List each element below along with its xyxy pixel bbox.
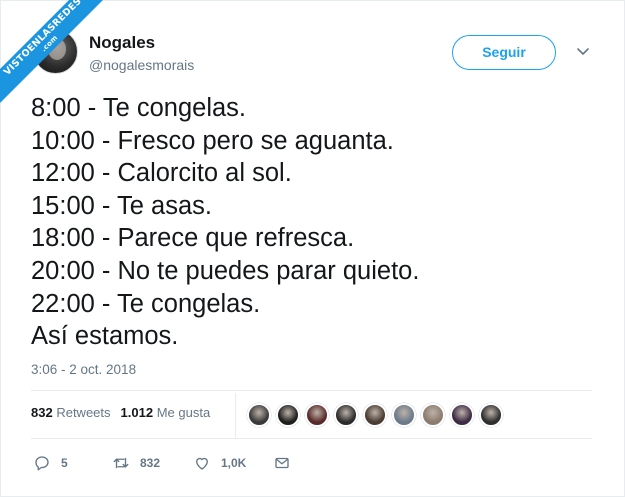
liker-avatar[interactable] [450, 403, 474, 427]
retweets-count: 832 [31, 405, 53, 420]
retweets-label: Retweets [56, 405, 111, 420]
tweet-line: 18:00 - Parece que refresca. [31, 224, 355, 253]
liker-avatar[interactable] [276, 403, 300, 427]
like-count: 1,0K [221, 456, 247, 470]
liker-avatar[interactable] [334, 403, 358, 427]
liker-avatar[interactable] [479, 403, 503, 427]
stats-separator [235, 393, 236, 438]
liker-avatar[interactable] [247, 403, 271, 427]
tweet-line: Así estamos. [31, 322, 179, 351]
watermark-ribbon: VISTOENLASREDES .com [0, 0, 110, 110]
reply-icon [35, 456, 49, 471]
retweet-count: 832 [140, 456, 161, 470]
liker-avatar[interactable] [392, 403, 416, 427]
tweet-line: 12:00 - Calorcito al sol. [31, 159, 292, 188]
envelope-icon [275, 457, 289, 469]
tweet-stats: 832 Retweets 1.012 Me gusta [31, 405, 210, 420]
retweets-stat[interactable]: 832 Retweets [31, 405, 111, 420]
watermark-logo: VISTOENLASREDES .com [0, 0, 110, 106]
tweet-line: 22:00 - Te congelas. [31, 289, 261, 318]
liker-avatar[interactable] [305, 403, 329, 427]
tweet-line: 20:00 - No te puedes parar quieto. [31, 256, 420, 285]
retweet-icon [113, 457, 129, 469]
tweet-line: 10:00 - Fresco pero se aguanta. [31, 126, 394, 155]
watermark-text: VISTOENLASREDES [1, 0, 84, 78]
chevron-down-icon[interactable] [575, 43, 591, 59]
tweet-line: 15:00 - Te asas. [31, 191, 212, 220]
likes-stat[interactable]: 1.012 Me gusta [121, 405, 211, 420]
divider [31, 390, 592, 391]
heart-icon [196, 457, 208, 470]
divider [31, 438, 592, 439]
likes-label: Me gusta [156, 405, 211, 420]
tweet-line: 8:00 - Te congelas. [31, 94, 247, 122]
liker-avatar[interactable] [363, 403, 387, 427]
reply-button[interactable]: 5 [33, 453, 68, 473]
liker-avatar[interactable] [421, 403, 445, 427]
retweet-button[interactable]: 832 [112, 453, 160, 473]
likes-count: 1.012 [120, 405, 154, 420]
reply-count: 5 [61, 456, 68, 470]
follow-button[interactable]: Seguir [452, 35, 556, 70]
timestamp[interactable]: 3:06 - 2 oct. 2018 [31, 362, 136, 377]
tweet-text: 8:00 - Te congelas. 10:00 - Fresco pero … [31, 92, 601, 353]
like-button[interactable]: 1,0K [193, 453, 246, 473]
likers-avatars [247, 403, 508, 427]
message-button[interactable] [273, 453, 291, 473]
